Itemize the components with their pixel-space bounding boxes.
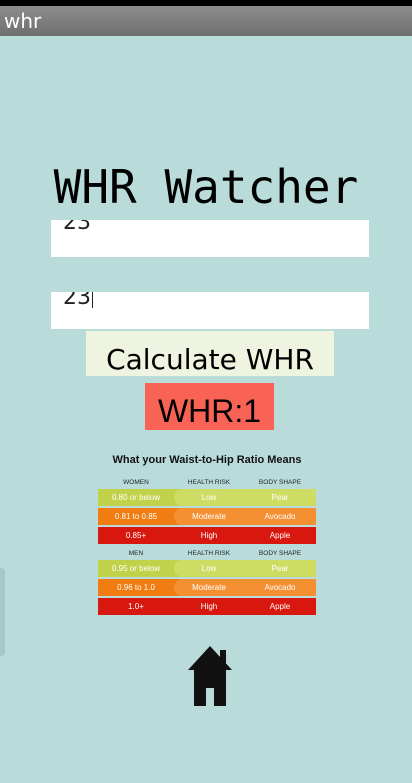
side-edge-handle xyxy=(0,568,5,656)
men-risk-high: High xyxy=(200,602,218,611)
men-ratio-high: 1.0+ xyxy=(128,602,144,611)
men-row-high: 1.0+ High Apple xyxy=(98,598,316,615)
men-row-low: 0.95 or below Low Pear xyxy=(98,560,316,577)
men-risk-moderate: Moderate xyxy=(192,583,226,592)
chart-title: What your Waist-to-Hip Ratio Means xyxy=(112,454,302,466)
hip-input[interactable]: 23 xyxy=(51,292,369,329)
men-shape-moderate: Avocado xyxy=(264,583,296,592)
window-title: whr xyxy=(4,9,42,33)
men-shape-high: Apple xyxy=(269,602,291,611)
app-title: WHR Watcher xyxy=(53,160,359,214)
women-header-shape: BODY SHAPE xyxy=(258,479,302,486)
women-header-risk: HEALTH RISK xyxy=(187,479,231,486)
text-caret xyxy=(92,292,93,308)
men-ratio-low: 0.95 or below xyxy=(111,564,161,573)
women-shape-high: Apple xyxy=(269,531,291,540)
men-row-moderate: 0.96 to 1.0 Moderate Avocado xyxy=(98,579,316,596)
women-ratio-high: 0.85+ xyxy=(125,531,147,540)
women-ratio-low: 0.80 or below xyxy=(111,493,161,502)
women-row-low: 0.80 or below Low Pear xyxy=(98,489,316,506)
women-ratio-moderate: 0.81 to 0.85 xyxy=(114,512,158,521)
whr-result: WHR:1 xyxy=(145,383,274,430)
hip-input-value: 23 xyxy=(63,292,91,310)
calculate-whr-button[interactable]: Calculate WHR xyxy=(86,331,334,376)
women-row-moderate: 0.81 to 0.85 Moderate Avocado xyxy=(98,508,316,525)
men-ratio-moderate: 0.96 to 1.0 xyxy=(117,583,155,592)
men-header-shape: BODY SHAPE xyxy=(258,550,302,557)
men-header-group: MEN xyxy=(128,550,144,557)
women-shape-low: Pear xyxy=(271,493,289,502)
women-shape-moderate: Avocado xyxy=(264,512,296,521)
window-title-bar: whr xyxy=(0,6,412,36)
men-risk-low: Low xyxy=(201,564,217,573)
women-risk-low: Low xyxy=(201,493,217,502)
women-risk-high: High xyxy=(200,531,218,540)
women-risk-moderate: Moderate xyxy=(192,512,226,521)
home-icon[interactable] xyxy=(186,644,234,708)
men-shape-low: Pear xyxy=(271,564,289,573)
men-header-risk: HEALTH RISK xyxy=(187,550,231,557)
waist-input[interactable]: 23 xyxy=(51,220,369,257)
women-header-group: WOMEN xyxy=(123,479,149,486)
women-row-high: 0.85+ High Apple xyxy=(98,527,316,544)
waist-input-value: 23 xyxy=(63,220,91,235)
